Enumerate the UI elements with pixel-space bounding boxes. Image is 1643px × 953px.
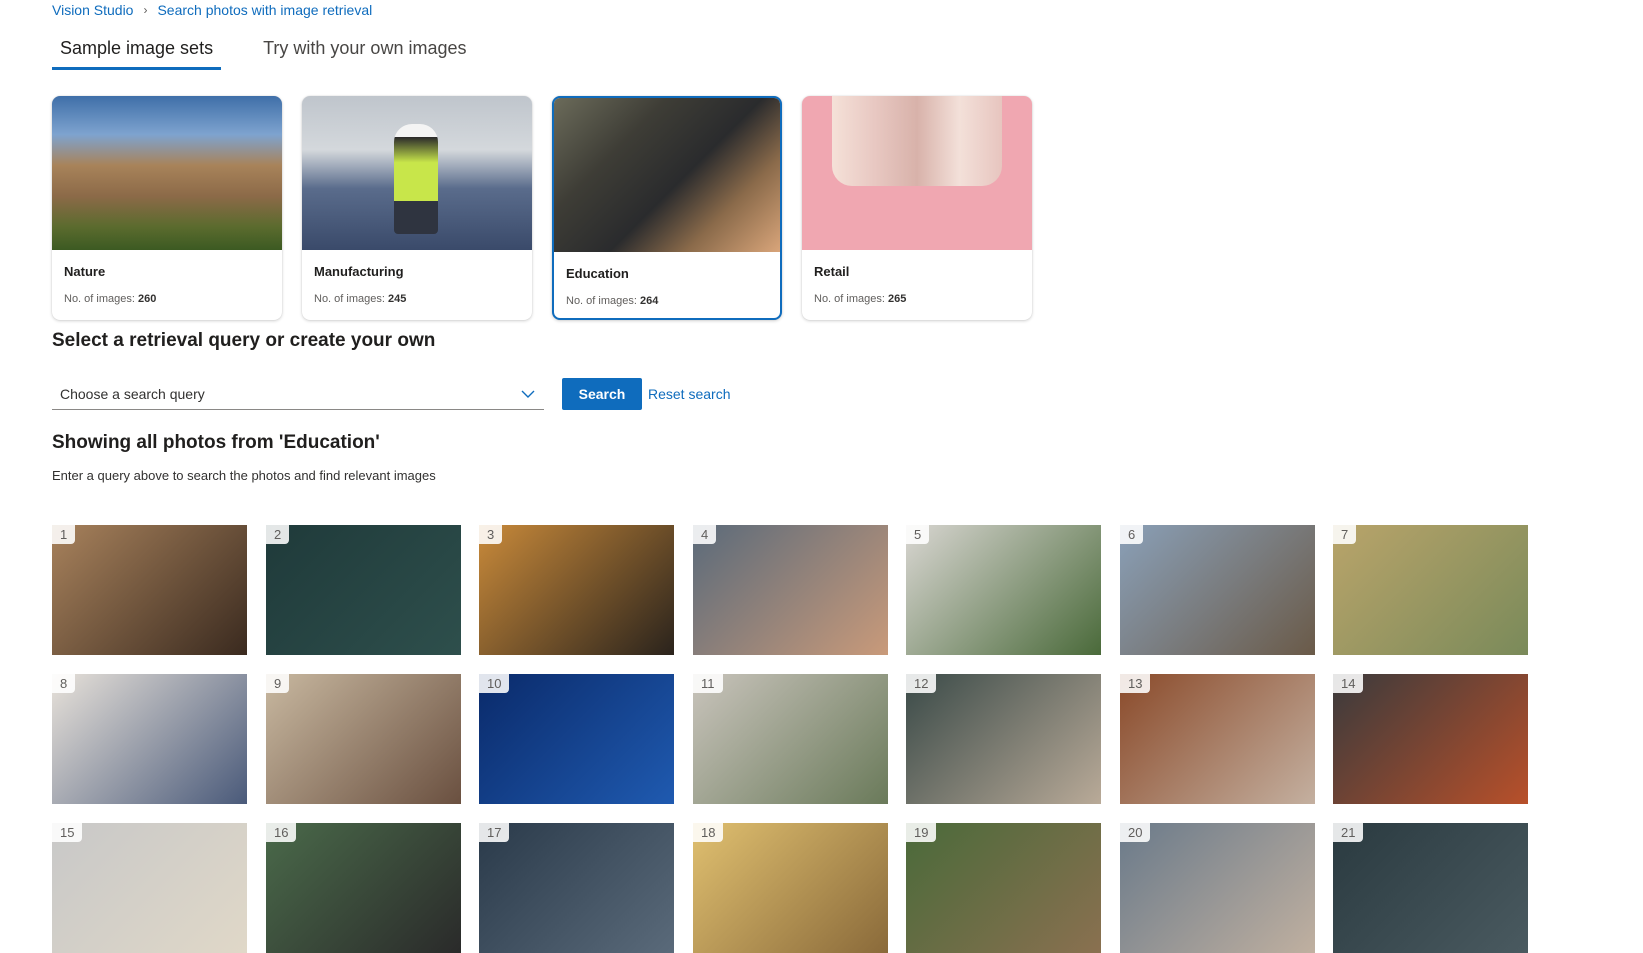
photo-number: 20 — [1120, 823, 1151, 842]
photo-number: 8 — [52, 674, 76, 693]
photo-number: 16 — [266, 823, 297, 842]
photo-tile[interactable]: 9 — [266, 674, 461, 804]
image-set-title: Education — [566, 266, 629, 281]
photo-tile[interactable]: 17 — [479, 823, 674, 953]
photo-number: 5 — [906, 525, 930, 544]
image-set-card-education[interactable]: Education No. of images: 264 — [552, 96, 782, 320]
image-set-title: Nature — [64, 264, 106, 279]
breadcrumb: Vision Studio › Search photos with image… — [52, 2, 372, 18]
photo-tile[interactable]: 15 — [52, 823, 247, 953]
photo-number: 9 — [266, 674, 290, 693]
photo-number: 15 — [52, 823, 83, 842]
photo-tile[interactable]: 5 — [906, 525, 1101, 655]
photo-tile[interactable]: 13 — [1120, 674, 1315, 804]
photo-tile[interactable]: 1 — [52, 525, 247, 655]
image-set-count: No. of images: 264 — [566, 295, 659, 307]
image-set-cards: Nature No. of images: 260 Manufacturing … — [52, 96, 1032, 320]
image-set-title: Manufacturing — [314, 264, 404, 279]
results-title: Showing all photos from 'Education' — [52, 432, 380, 453]
photo-tile[interactable]: 21 — [1333, 823, 1528, 953]
photo-number: 17 — [479, 823, 510, 842]
tab-own-images[interactable]: Try with your own images — [255, 38, 474, 70]
photo-tile[interactable]: 3 — [479, 525, 674, 655]
photo-tile[interactable]: 16 — [266, 823, 461, 953]
photo-tile[interactable]: 4 — [693, 525, 888, 655]
photo-tile[interactable]: 6 — [1120, 525, 1315, 655]
photo-tile[interactable]: 19 — [906, 823, 1101, 953]
tab-list: Sample image sets Try with your own imag… — [52, 38, 474, 70]
query-section-title: Select a retrieval query or create your … — [52, 330, 436, 351]
search-button[interactable]: Search — [562, 378, 642, 410]
image-set-thumbnail — [554, 98, 780, 252]
photo-number: 10 — [479, 674, 510, 693]
image-set-card-manufacturing[interactable]: Manufacturing No. of images: 245 — [302, 96, 532, 320]
photo-tile[interactable]: 11 — [693, 674, 888, 804]
photo-number: 13 — [1120, 674, 1151, 693]
dropdown-placeholder: Choose a search query — [60, 385, 205, 402]
photo-tile[interactable]: 14 — [1333, 674, 1528, 804]
photo-number: 11 — [693, 674, 723, 693]
image-set-card-nature[interactable]: Nature No. of images: 260 — [52, 96, 282, 320]
photo-number: 2 — [266, 525, 290, 544]
breadcrumb-current-link[interactable]: Search photos with image retrieval — [157, 2, 372, 18]
photo-number: 18 — [693, 823, 724, 842]
image-set-title: Retail — [814, 264, 850, 279]
image-set-thumbnail — [802, 96, 1032, 250]
photo-tile[interactable]: 2 — [266, 525, 461, 655]
photo-tile[interactable]: 18 — [693, 823, 888, 953]
image-set-thumbnail — [302, 96, 532, 250]
tab-sample-image-sets[interactable]: Sample image sets — [52, 38, 222, 70]
photo-number: 19 — [906, 823, 937, 842]
photo-number: 12 — [906, 674, 937, 693]
photo-tile[interactable]: 10 — [479, 674, 674, 804]
image-set-card-retail[interactable]: Retail No. of images: 265 — [802, 96, 1032, 320]
photo-number: 1 — [52, 525, 76, 544]
image-set-count: No. of images: 260 — [64, 293, 157, 305]
photo-number: 7 — [1333, 525, 1357, 544]
photo-number: 3 — [479, 525, 503, 544]
photo-tile[interactable]: 7 — [1333, 525, 1528, 655]
photo-tile[interactable]: 8 — [52, 674, 247, 804]
chevron-right-icon: › — [143, 3, 148, 17]
image-set-count: No. of images: 245 — [314, 293, 407, 305]
photo-number: 14 — [1333, 674, 1364, 693]
reset-search-link[interactable]: Reset search — [648, 386, 730, 402]
breadcrumb-root-link[interactable]: Vision Studio — [52, 2, 133, 18]
photo-tile[interactable]: 12 — [906, 674, 1101, 804]
image-set-thumbnail — [52, 96, 282, 250]
chevron-down-icon — [521, 390, 535, 398]
photo-tile[interactable]: 20 — [1120, 823, 1315, 953]
image-set-count: No. of images: 265 — [814, 293, 907, 305]
photo-number: 6 — [1120, 525, 1144, 544]
photo-number: 21 — [1333, 823, 1364, 842]
search-query-dropdown[interactable]: Choose a search query — [52, 378, 544, 410]
photo-number: 4 — [693, 525, 717, 544]
results-hint: Enter a query above to search the photos… — [52, 468, 436, 483]
